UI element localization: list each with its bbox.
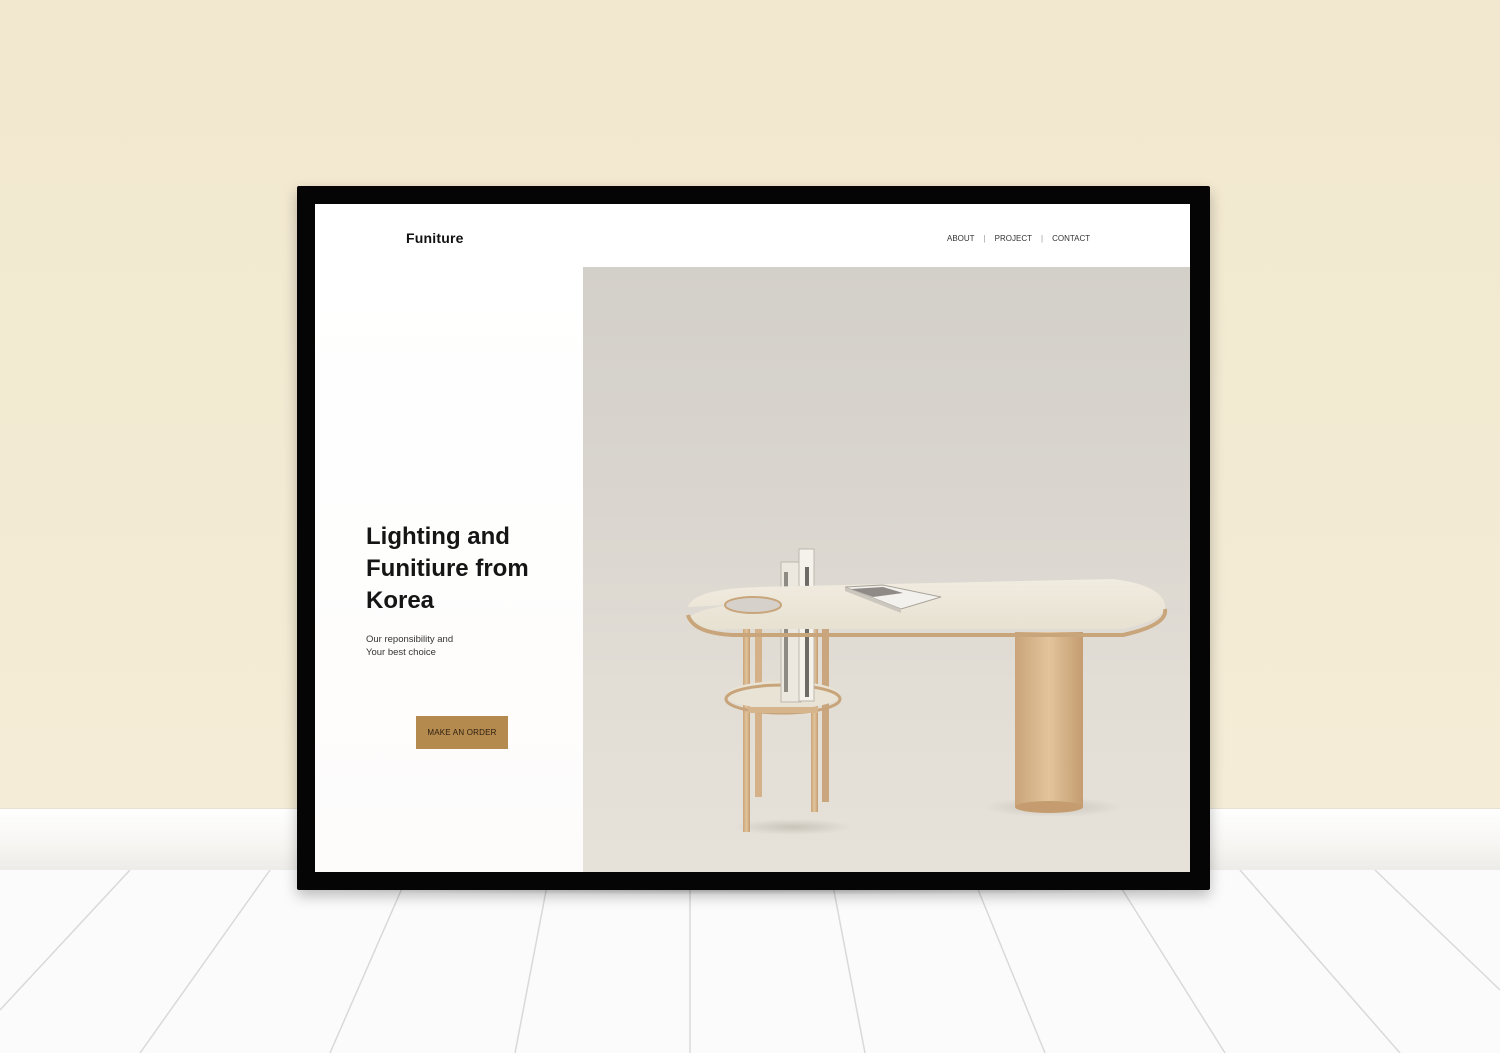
site-logo[interactable]: Funiture xyxy=(406,230,464,246)
site-header: Funiture ABOUT | PROJECT | CONTACT xyxy=(315,204,1190,267)
desk-illustration xyxy=(686,548,1168,835)
subline-line: Our reponsibility and xyxy=(366,634,454,645)
nav-about[interactable]: ABOUT xyxy=(947,234,975,243)
hero-subline: Our reponsibility and Your best choice xyxy=(366,633,453,659)
nav-contact[interactable]: CONTACT xyxy=(1052,234,1090,243)
hero-headline: Lighting and Funitiure from Korea xyxy=(366,521,576,617)
nav-project[interactable]: PROJECT xyxy=(995,234,1032,243)
nav-separator: | xyxy=(983,234,986,243)
website-mockup: Funiture ABOUT | PROJECT | CONTACT Light… xyxy=(315,204,1190,872)
wooden-floor xyxy=(0,870,1500,1053)
make-an-order-button[interactable]: MAKE AN ORDER xyxy=(416,716,508,749)
nav-separator: | xyxy=(1040,234,1044,243)
headline-line: Lighting and xyxy=(366,523,510,550)
main-nav: ABOUT | PROJECT | CONTACT xyxy=(947,234,1090,243)
headline-line: Funitiure from xyxy=(366,555,529,582)
headline-line: Korea xyxy=(366,587,435,614)
hero-product-photo xyxy=(583,267,1190,872)
subline-line: Your best choice xyxy=(366,647,436,658)
hero-text-panel: Lighting and Funitiure from Korea Our re… xyxy=(315,267,583,872)
